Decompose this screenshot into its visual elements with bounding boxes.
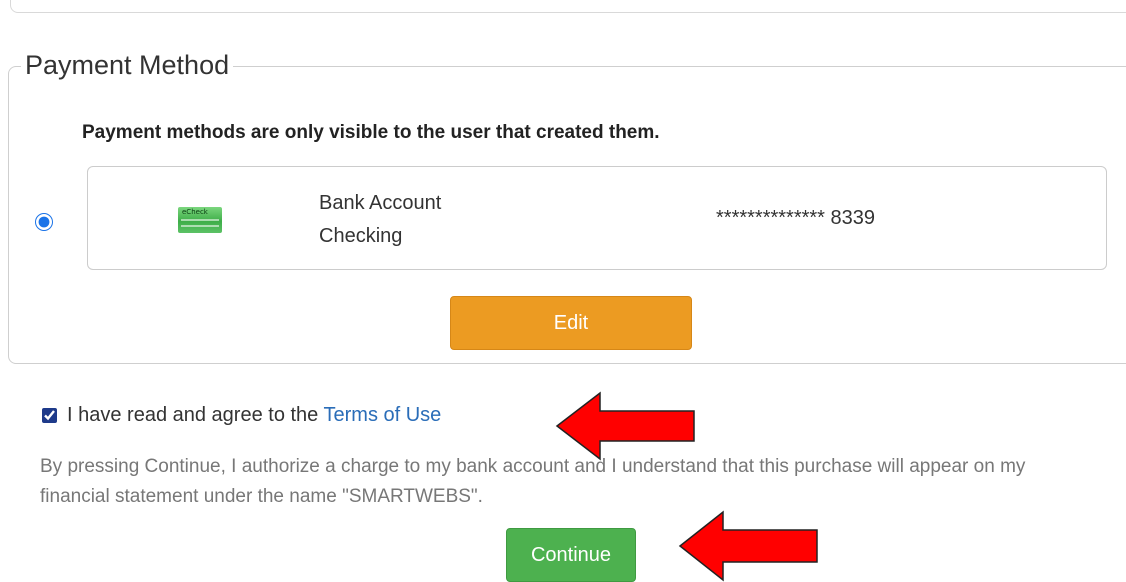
terms-agreement-text: I have read and agree to the [67, 404, 324, 426]
echeck-icon-stripe [181, 219, 219, 221]
payment-visibility-notice: Payment methods are only visible to the … [82, 122, 660, 143]
red-arrow-icon [555, 391, 695, 461]
masked-account-number: ************** 8339 [716, 207, 876, 229]
echeck-icon: eCheck [178, 207, 222, 233]
authorization-disclaimer: By pressing Continue, I authorize a char… [40, 456, 1026, 507]
payment-method-legend: Payment Method [21, 48, 234, 82]
previous-panel-border [10, 0, 1126, 13]
terms-agreement-checkbox[interactable] [42, 408, 57, 423]
red-arrow-icon [678, 510, 818, 582]
edit-button[interactable]: Edit [450, 296, 692, 350]
payment-method-type: Bank Account Checking [319, 187, 441, 253]
payment-method-card[interactable]: eCheck Bank Account Checking ***********… [87, 166, 1107, 270]
page: Payment Method Payment methods are only … [0, 0, 1126, 582]
continue-button[interactable]: Continue [506, 528, 636, 582]
account-subtype-label: Checking [319, 225, 403, 247]
echeck-icon-label: eCheck [182, 208, 208, 216]
echeck-icon-stripe [181, 225, 219, 227]
payment-method-radio[interactable] [35, 213, 53, 231]
terms-agreement-row: I have read and agree to the Terms of Us… [42, 402, 441, 428]
account-type-label: Bank Account [319, 192, 442, 214]
terms-of-use-link[interactable]: Terms of Use [324, 404, 442, 426]
